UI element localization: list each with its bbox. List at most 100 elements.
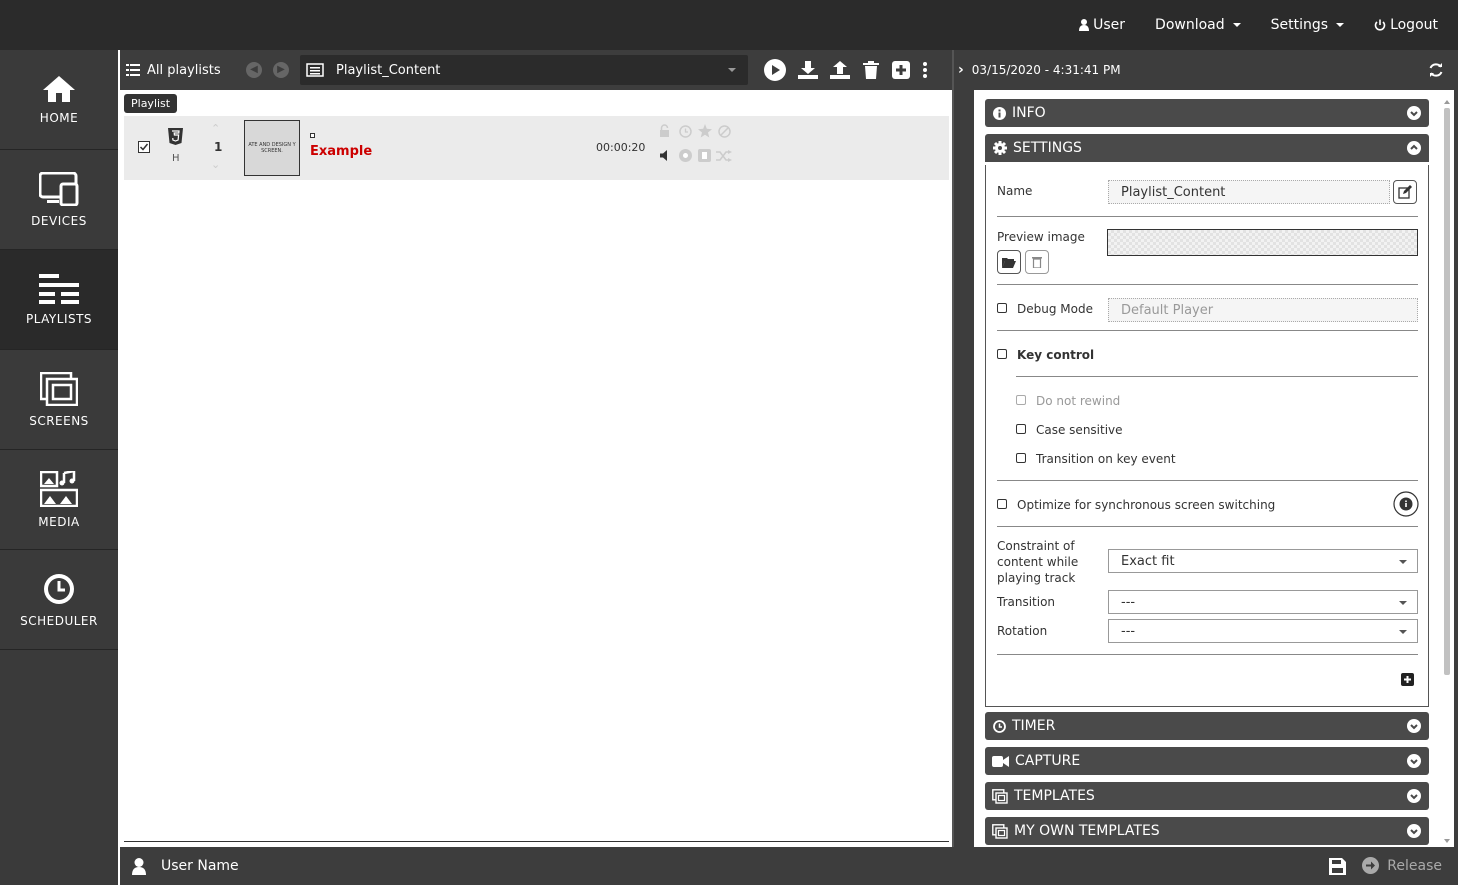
collapse-panel-icon[interactable]: › (958, 62, 964, 78)
sidebar-item-devices[interactable]: DEVICES (0, 150, 118, 250)
more-vertical-icon[interactable] (922, 61, 928, 79)
rotation-select[interactable]: --- (1108, 619, 1418, 643)
play-icon[interactable] (764, 59, 786, 81)
sidebar-item-scheduler[interactable]: SCHEDULER (0, 550, 118, 650)
upload-icon[interactable] (830, 61, 850, 79)
playlist-select[interactable]: Playlist_Content (300, 55, 748, 85)
checkbox-checked-icon[interactable] (138, 141, 150, 153)
name-field[interactable]: Playlist_Content (1108, 180, 1390, 204)
divider (997, 284, 1418, 285)
section-templates-label: TEMPLATES (1014, 788, 1095, 804)
case-sensitive-checkbox[interactable] (1016, 424, 1026, 434)
divider (997, 216, 1418, 217)
ban-icon[interactable] (718, 125, 731, 138)
sidebar: HOME DEVICES PLAYLISTS SCREENS MEDIA SCH… (0, 50, 118, 885)
logout-label: Logout (1390, 17, 1438, 33)
user-icon (1079, 19, 1090, 31)
transition-on-key-checkbox[interactable] (1016, 453, 1026, 463)
home-icon (43, 75, 75, 102)
row-title[interactable]: Example (310, 144, 372, 159)
caret-down-icon (1399, 601, 1407, 605)
sidebar-item-screens[interactable]: SCREENS (0, 350, 118, 450)
section-info-label: INFO (1012, 105, 1046, 121)
clock-icon[interactable] (679, 125, 692, 138)
remove-image-button[interactable] (1025, 250, 1049, 274)
rotation-label: Rotation (997, 624, 1048, 638)
chevron-down-icon (1407, 824, 1421, 838)
user-menu[interactable]: User (1079, 17, 1125, 33)
section-templates[interactable]: TEMPLATES (985, 782, 1429, 810)
vertical-scrollbar[interactable] (1442, 98, 1452, 845)
add-icon[interactable] (1401, 673, 1414, 686)
key-control-checkbox[interactable] (997, 349, 1007, 359)
caret-down-icon (728, 68, 736, 72)
key-control-label: Key control (1017, 348, 1095, 362)
optimize-sync-checkbox[interactable] (997, 499, 1007, 509)
divider (997, 654, 1418, 655)
sidebar-item-playlists[interactable]: PLAYLISTS (0, 250, 118, 350)
templates-icon (992, 823, 1008, 839)
section-my-own-templates[interactable]: MY OWN TEMPLATES (985, 817, 1429, 845)
tooltip: Playlist (124, 94, 178, 113)
all-playlists-button[interactable]: All playlists (126, 63, 246, 78)
trash-icon[interactable] (862, 61, 880, 79)
add-icon[interactable] (892, 61, 910, 79)
section-capture[interactable]: CAPTURE (985, 747, 1429, 775)
info-icon[interactable] (1393, 491, 1419, 517)
browse-image-button[interactable] (997, 250, 1021, 274)
debug-player-field[interactable]: Default Player (1108, 298, 1418, 322)
sync-badge-icon[interactable] (679, 149, 692, 162)
transition-select[interactable]: --- (1108, 590, 1418, 614)
do-not-rewind-label: Do not rewind (1036, 394, 1121, 408)
do-not-rewind-checkbox[interactable] (1016, 395, 1026, 405)
sidebar-item-home[interactable]: HOME (0, 50, 118, 150)
sidebar-item-media[interactable]: MEDIA (0, 450, 118, 550)
row-duration: 00:00:20 (596, 141, 646, 154)
sidebar-label: HOME (39, 110, 79, 125)
debug-mode-checkbox[interactable] (997, 303, 1007, 313)
playlist-row[interactable]: H ⌃ 1 ⌄ ATE AND DESIGN Y SCREEN. Example… (124, 116, 949, 180)
screens-icon (40, 371, 78, 406)
release-button[interactable]: Release (1362, 857, 1442, 874)
section-settings[interactable]: SETTINGS (985, 134, 1429, 162)
templates-icon (992, 788, 1008, 804)
lock-icon[interactable] (659, 124, 670, 137)
next-playlist-button[interactable]: ▶ (273, 62, 289, 78)
move-down-icon[interactable]: ⌄ (211, 158, 220, 171)
settings-content: Name Playlist_Content Preview image Debu… (985, 165, 1429, 707)
move-up-icon[interactable]: ⌃ (211, 122, 220, 135)
clock-icon (44, 573, 74, 604)
logout-button[interactable]: Logout (1374, 17, 1438, 33)
sidebar-label: SCHEDULER (20, 613, 98, 628)
playlist-icon (306, 63, 324, 77)
top-nav: User Download Settings Logout (1079, 0, 1438, 50)
download-menu[interactable]: Download (1155, 17, 1241, 33)
volume-icon[interactable] (660, 150, 670, 161)
section-capture-label: CAPTURE (1015, 753, 1081, 769)
layer-badge-icon[interactable] (698, 149, 711, 162)
preview-image-field[interactable] (1107, 229, 1418, 256)
download-icon[interactable] (798, 61, 818, 79)
divider (997, 330, 1418, 331)
row-index: 1 (214, 140, 223, 154)
playlists-icon (39, 273, 79, 304)
chevron-down-icon (1407, 719, 1421, 733)
shuffle-icon[interactable] (716, 150, 732, 162)
prev-playlist-button[interactable]: ◀ (246, 62, 262, 78)
section-timer[interactable]: TIMER (985, 712, 1429, 740)
star-icon[interactable] (698, 124, 712, 138)
refresh-icon[interactable] (1428, 62, 1444, 78)
constraint-select[interactable]: Exact fit (1108, 549, 1418, 573)
constraint-label-2: content while (997, 555, 1079, 569)
small-square-icon (310, 133, 315, 138)
save-icon[interactable] (1329, 858, 1346, 875)
status-bar: User Name Release (120, 847, 1458, 885)
arrow-circle-right-icon (1362, 857, 1380, 874)
debug-mode-label: Debug Mode (1017, 302, 1093, 316)
media-icon (40, 470, 78, 507)
divider (997, 526, 1418, 527)
section-info[interactable]: INFO (985, 99, 1429, 127)
edit-name-button[interactable] (1393, 180, 1417, 204)
settings-menu[interactable]: Settings (1271, 17, 1345, 33)
properties-header: › 03/15/2020 - 4:31:41 PM (954, 50, 1458, 90)
